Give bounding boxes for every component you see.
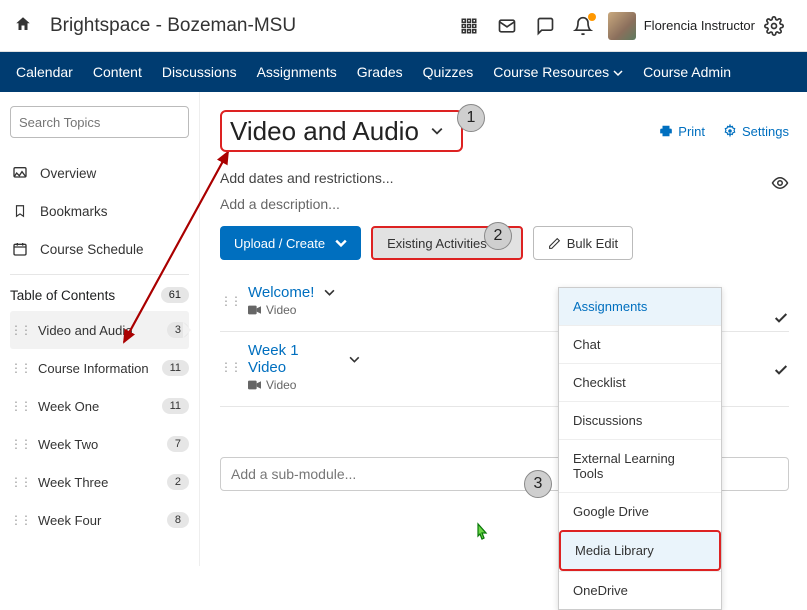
toc-video-audio[interactable]: ⋮⋮ Video and Audio 3 — [10, 311, 189, 349]
drag-handle-icon[interactable]: ⋮⋮ — [10, 361, 30, 375]
dd-media-library[interactable]: Media Library — [559, 530, 721, 571]
settings-button[interactable]: Settings — [723, 124, 789, 139]
chevron-down-icon — [335, 237, 347, 249]
toc-course-info[interactable]: ⋮⋮ Course Information 11 — [10, 349, 189, 387]
nav-course-resources[interactable]: Course Resources — [483, 64, 633, 80]
print-button[interactable]: Print — [659, 124, 705, 139]
overview-icon — [10, 165, 30, 181]
bookmark-icon — [10, 203, 30, 219]
module-title-text: Video and Audio — [230, 116, 419, 147]
drag-handle-icon[interactable]: ⋮⋮ — [220, 360, 240, 374]
dd-chat[interactable]: Chat — [559, 325, 721, 363]
check-icon — [773, 362, 789, 378]
sidebar-overview[interactable]: Overview — [10, 154, 189, 192]
toc-week-one[interactable]: ⋮⋮ Week One 11 — [10, 387, 189, 425]
dd-discussions[interactable]: Discussions — [559, 401, 721, 439]
callout-2: 2 — [484, 222, 512, 250]
upload-create-button[interactable]: Upload / Create — [220, 226, 361, 260]
search-input[interactable] — [19, 115, 195, 130]
callout-1: 1 — [457, 104, 485, 132]
toc-week-three[interactable]: ⋮⋮ Week Three 2 — [10, 463, 189, 501]
nav-course-admin[interactable]: Course Admin — [633, 64, 741, 80]
sidebar-schedule[interactable]: Course Schedule — [10, 230, 189, 268]
add-dates-link[interactable]: Add dates and restrictions... — [220, 170, 771, 186]
search-box[interactable] — [10, 106, 189, 138]
dd-google-drive[interactable]: Google Drive — [559, 492, 721, 530]
dd-checklist[interactable]: Checklist — [559, 363, 721, 401]
nav-assignments[interactable]: Assignments — [247, 64, 347, 80]
sidebar: Overview Bookmarks Course Schedule Table… — [0, 92, 200, 566]
dd-assignments[interactable]: Assignments — [559, 288, 721, 325]
nav-quizzes[interactable]: Quizzes — [413, 64, 484, 80]
check-icon — [773, 310, 789, 326]
existing-activities-dropdown: Assignments Chat Checklist Discussions E… — [558, 287, 722, 610]
sidebar-bookmarks[interactable]: Bookmarks — [10, 192, 189, 230]
drag-handle-icon[interactable]: ⋮⋮ — [10, 475, 30, 489]
username[interactable]: Florencia Instructor — [644, 18, 755, 33]
toc-total-count: 61 — [161, 287, 189, 303]
pencil-icon — [548, 237, 561, 250]
drag-handle-icon[interactable]: ⋮⋮ — [10, 399, 30, 413]
main-content: Video and Audio Print Settings Add dates… — [200, 92, 807, 566]
content-row[interactable]: ⋮⋮ Welcome! Video — [220, 274, 360, 331]
toc-heading[interactable]: Table of Contents 61 — [10, 287, 189, 303]
chat-icon[interactable] — [528, 9, 562, 43]
notification-dot — [588, 13, 596, 21]
bulk-edit-button[interactable]: Bulk Edit — [533, 226, 633, 260]
nav-calendar[interactable]: Calendar — [6, 64, 83, 80]
toc-week-two[interactable]: ⋮⋮ Week Two 7 — [10, 425, 189, 463]
video-icon — [248, 380, 261, 390]
add-description-link[interactable]: Add a description... — [220, 196, 789, 212]
chevron-down-icon[interactable] — [431, 125, 443, 137]
mail-icon[interactable] — [490, 9, 524, 43]
toc-week-four[interactable]: ⋮⋮ Week Four 8 — [10, 501, 189, 539]
video-icon — [248, 305, 261, 315]
avatar[interactable] — [608, 12, 636, 40]
bell-icon[interactable] — [566, 9, 600, 43]
content-row[interactable]: ⋮⋮ Week 1 Video Video — [220, 332, 360, 406]
brand-title[interactable]: Brightspace - Bozeman-MSU — [50, 15, 296, 37]
dd-onedrive[interactable]: OneDrive — [559, 571, 721, 609]
home-icon[interactable] — [14, 15, 32, 36]
apps-grid-icon[interactable] — [452, 9, 486, 43]
dd-external-tools[interactable]: External Learning Tools — [559, 439, 721, 492]
chevron-down-icon[interactable] — [349, 354, 360, 365]
drag-handle-icon[interactable]: ⋮⋮ — [10, 513, 30, 527]
chevron-down-icon[interactable] — [324, 287, 335, 298]
gear-icon[interactable] — [757, 9, 791, 43]
drag-handle-icon[interactable]: ⋮⋮ — [220, 294, 240, 308]
callout-3: 3 — [524, 470, 552, 498]
drag-handle-icon[interactable]: ⋮⋮ — [10, 437, 30, 451]
visibility-icon[interactable] — [771, 174, 789, 192]
drag-handle-icon[interactable]: ⋮⋮ — [10, 323, 30, 337]
calendar-icon — [10, 241, 30, 257]
navbar: Calendar Content Discussions Assignments… — [0, 52, 807, 92]
topbar: Brightspace - Bozeman-MSU Florencia Inst… — [0, 0, 807, 52]
nav-discussions[interactable]: Discussions — [152, 64, 247, 80]
nav-content[interactable]: Content — [83, 64, 152, 80]
nav-grades[interactable]: Grades — [347, 64, 413, 80]
module-title[interactable]: Video and Audio — [220, 110, 463, 152]
